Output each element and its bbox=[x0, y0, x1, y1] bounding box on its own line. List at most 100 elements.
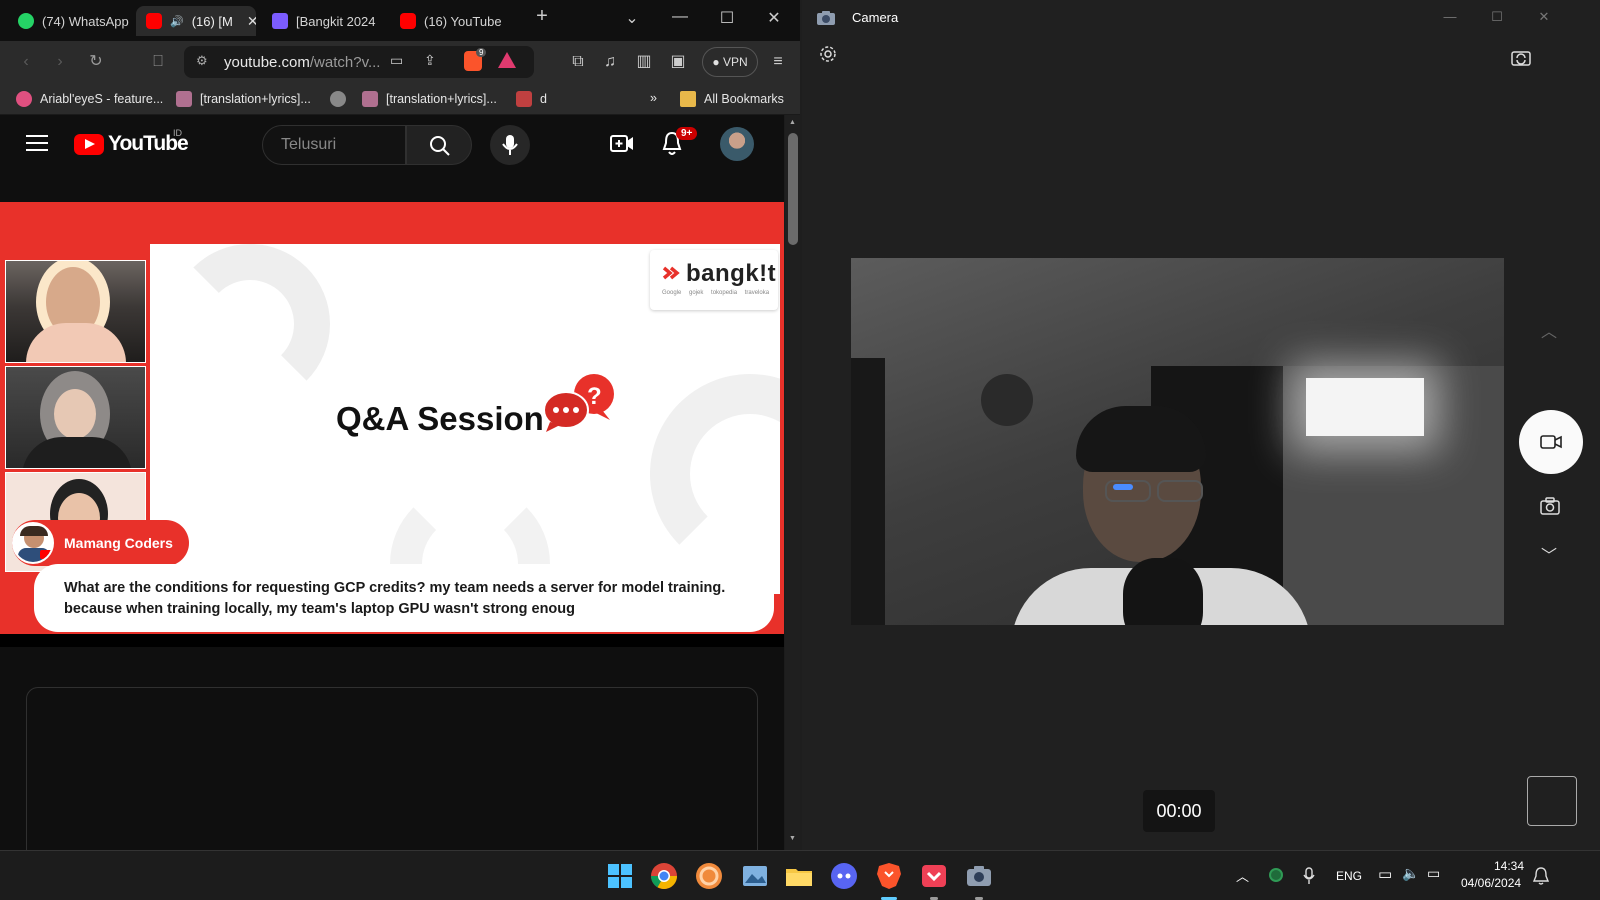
scrollbar-thumb[interactable] bbox=[788, 133, 798, 245]
network-icon[interactable]: ▭ bbox=[1378, 865, 1392, 883]
guide-menu-icon[interactable] bbox=[26, 135, 48, 153]
input-language[interactable]: ENG bbox=[1336, 869, 1362, 883]
security-status-icon[interactable] bbox=[1269, 868, 1283, 882]
new-tab-button[interactable]: + bbox=[528, 5, 556, 28]
minimize-button[interactable]: — bbox=[1440, 9, 1460, 24]
windows-start-icon[interactable] bbox=[605, 861, 635, 891]
bookmarks-overflow-button[interactable]: » bbox=[650, 91, 657, 105]
speaker-icon[interactable]: 🔊 bbox=[170, 15, 184, 28]
document-icon bbox=[272, 13, 288, 29]
camera-preview bbox=[851, 258, 1504, 625]
brave-rewards-icon[interactable] bbox=[498, 52, 516, 68]
file-explorer-icon[interactable] bbox=[784, 861, 814, 891]
browser-app-icon[interactable] bbox=[694, 861, 724, 891]
bookmark-item[interactable] bbox=[330, 91, 346, 107]
wallet-icon[interactable]: ▣ bbox=[666, 50, 690, 74]
voice-search-button[interactable] bbox=[490, 125, 530, 165]
browser-toolbar: ‹ › ↻ ⎕ ⚙ youtube.com/watch?v... ▭ ⇪ 9 ⧉… bbox=[0, 41, 800, 83]
video-camera-icon bbox=[1540, 435, 1562, 449]
speaker-avatar bbox=[12, 522, 54, 564]
tab-strip: (74) WhatsApp 🔊 (16) [M ✕ [Bangkit 2024 … bbox=[0, 0, 800, 41]
camera-app-icon bbox=[817, 11, 835, 25]
show-hidden-icons-chevron-icon[interactable]: ︿ bbox=[1236, 866, 1249, 885]
scroll-up-icon[interactable]: ▲ bbox=[789, 119, 796, 126]
chevron-up-icon[interactable]: ︿ bbox=[1541, 318, 1557, 342]
share-icon[interactable]: ⇪ bbox=[424, 52, 436, 69]
tab-bangkit[interactable]: [Bangkit 2024 bbox=[262, 6, 384, 36]
sidebar-icon[interactable]: ▥ bbox=[632, 50, 656, 74]
microphone-icon bbox=[502, 135, 518, 155]
menu-icon[interactable]: ≡ bbox=[766, 50, 790, 74]
vpn-button[interactable]: ● VPN bbox=[702, 47, 758, 77]
tab-label: [Bangkit 2024 bbox=[296, 13, 376, 29]
tab-youtube-active[interactable]: 🔊 (16) [M ✕ bbox=[136, 6, 256, 36]
bookmark-label: [translation+lyrics]... bbox=[200, 92, 311, 106]
camera-window: Camera — ☐ ✕ ︿ ﹀ 00:00 bbox=[802, 0, 1600, 850]
settings-gear-icon[interactable] bbox=[818, 44, 838, 64]
cast-icon[interactable]: ▭ bbox=[390, 52, 403, 69]
clock-date[interactable]: 04/06/2024 bbox=[1461, 876, 1521, 890]
youtube-icon bbox=[400, 13, 416, 29]
volume-icon[interactable]: 🔈 bbox=[1402, 865, 1419, 882]
pocket-taskbar-button[interactable] bbox=[919, 861, 949, 900]
chevron-down-icon[interactable]: ﹀ bbox=[1541, 542, 1557, 566]
photos-icon[interactable] bbox=[740, 861, 770, 891]
clock-time[interactable]: 14:34 bbox=[1494, 859, 1524, 873]
close-window-button[interactable]: ✕ bbox=[1534, 9, 1554, 25]
all-bookmarks-button[interactable]: All Bookmarks bbox=[680, 91, 784, 107]
maximize-button[interactable]: ☐ bbox=[1487, 9, 1507, 25]
discord-icon[interactable] bbox=[829, 861, 859, 891]
bookmark-item[interactable]: [translation+lyrics]... bbox=[176, 91, 311, 107]
site-settings-icon[interactable]: ⚙ bbox=[196, 53, 208, 69]
chrome-icon[interactable] bbox=[649, 861, 679, 891]
camera-taskbar-button[interactable] bbox=[964, 861, 994, 900]
media-icon[interactable]: ♫ bbox=[598, 50, 622, 74]
microphone-in-use-icon[interactable] bbox=[1303, 867, 1315, 885]
participant-video bbox=[5, 366, 146, 469]
gallery-thumbnail[interactable] bbox=[1527, 776, 1577, 826]
chat-question-icon: ? bbox=[543, 374, 614, 432]
page-scrollbar[interactable]: ▲ ▼ bbox=[785, 115, 800, 850]
youtube-header: YouTube ID Telusuri 9+ bbox=[0, 115, 784, 175]
back-icon[interactable]: ‹ bbox=[14, 50, 38, 74]
photo-mode-icon[interactable] bbox=[1540, 497, 1560, 515]
camera-title: Camera bbox=[852, 10, 899, 25]
battery-icon[interactable]: ▭ bbox=[1427, 865, 1440, 882]
address-bar[interactable]: ⚙ youtube.com/watch?v... ▭ ⇪ 9 bbox=[184, 46, 534, 78]
brave-taskbar-button[interactable] bbox=[874, 861, 904, 900]
bookmark-item[interactable]: Ariabl'eyeS - feature... bbox=[16, 91, 163, 107]
bookmarks-bar: Ariabl'eyeS - feature... [translation+ly… bbox=[0, 83, 800, 115]
notification-count-badge: 9+ bbox=[676, 127, 698, 140]
record-video-button[interactable] bbox=[1519, 410, 1583, 474]
user-avatar[interactable] bbox=[720, 127, 754, 161]
tab-whatsapp[interactable]: (74) WhatsApp bbox=[8, 6, 134, 36]
minimize-button[interactable]: — bbox=[666, 8, 694, 26]
brave-icon bbox=[877, 863, 901, 889]
bookmark-item[interactable]: d bbox=[516, 91, 547, 107]
video-player[interactable]: bangk!t Google gojek tokopedia traveloka… bbox=[0, 202, 784, 647]
bookmark-label: d bbox=[540, 92, 547, 106]
tab-youtube[interactable]: (16) YouTube bbox=[390, 6, 512, 36]
whatsapp-icon bbox=[18, 13, 34, 29]
recording-timer: 00:00 bbox=[1143, 790, 1215, 832]
maximize-button[interactable]: ☐ bbox=[713, 8, 741, 28]
extensions-icon[interactable]: ⧉ bbox=[566, 50, 590, 74]
close-window-button[interactable]: ✕ bbox=[760, 8, 788, 28]
reload-icon[interactable]: ↻ bbox=[84, 50, 108, 74]
scroll-down-icon[interactable]: ▼ bbox=[789, 835, 796, 842]
tab-search-chevron-icon[interactable]: ⌄ bbox=[618, 8, 646, 28]
bookmark-item[interactable]: [translation+lyrics]... bbox=[362, 91, 497, 107]
create-video-icon[interactable] bbox=[610, 133, 634, 155]
close-tab-icon[interactable]: ✕ bbox=[247, 13, 256, 30]
search-input[interactable]: Telusuri bbox=[262, 125, 406, 165]
forward-icon[interactable]: › bbox=[48, 50, 72, 74]
youtube-logo[interactable]: YouTube bbox=[74, 132, 189, 156]
bookmark-icon[interactable]: ⎕ bbox=[146, 50, 170, 74]
search-button[interactable] bbox=[406, 125, 472, 165]
slide-title: Q&A Session bbox=[336, 400, 544, 437]
bangkit-mark-icon bbox=[662, 266, 680, 280]
globe-icon bbox=[330, 91, 346, 107]
switch-camera-icon[interactable] bbox=[1510, 48, 1532, 68]
bangkit-logo: bangk!t Google gojek tokopedia traveloka bbox=[650, 250, 778, 310]
notifications-bell-icon[interactable] bbox=[1533, 867, 1549, 885]
